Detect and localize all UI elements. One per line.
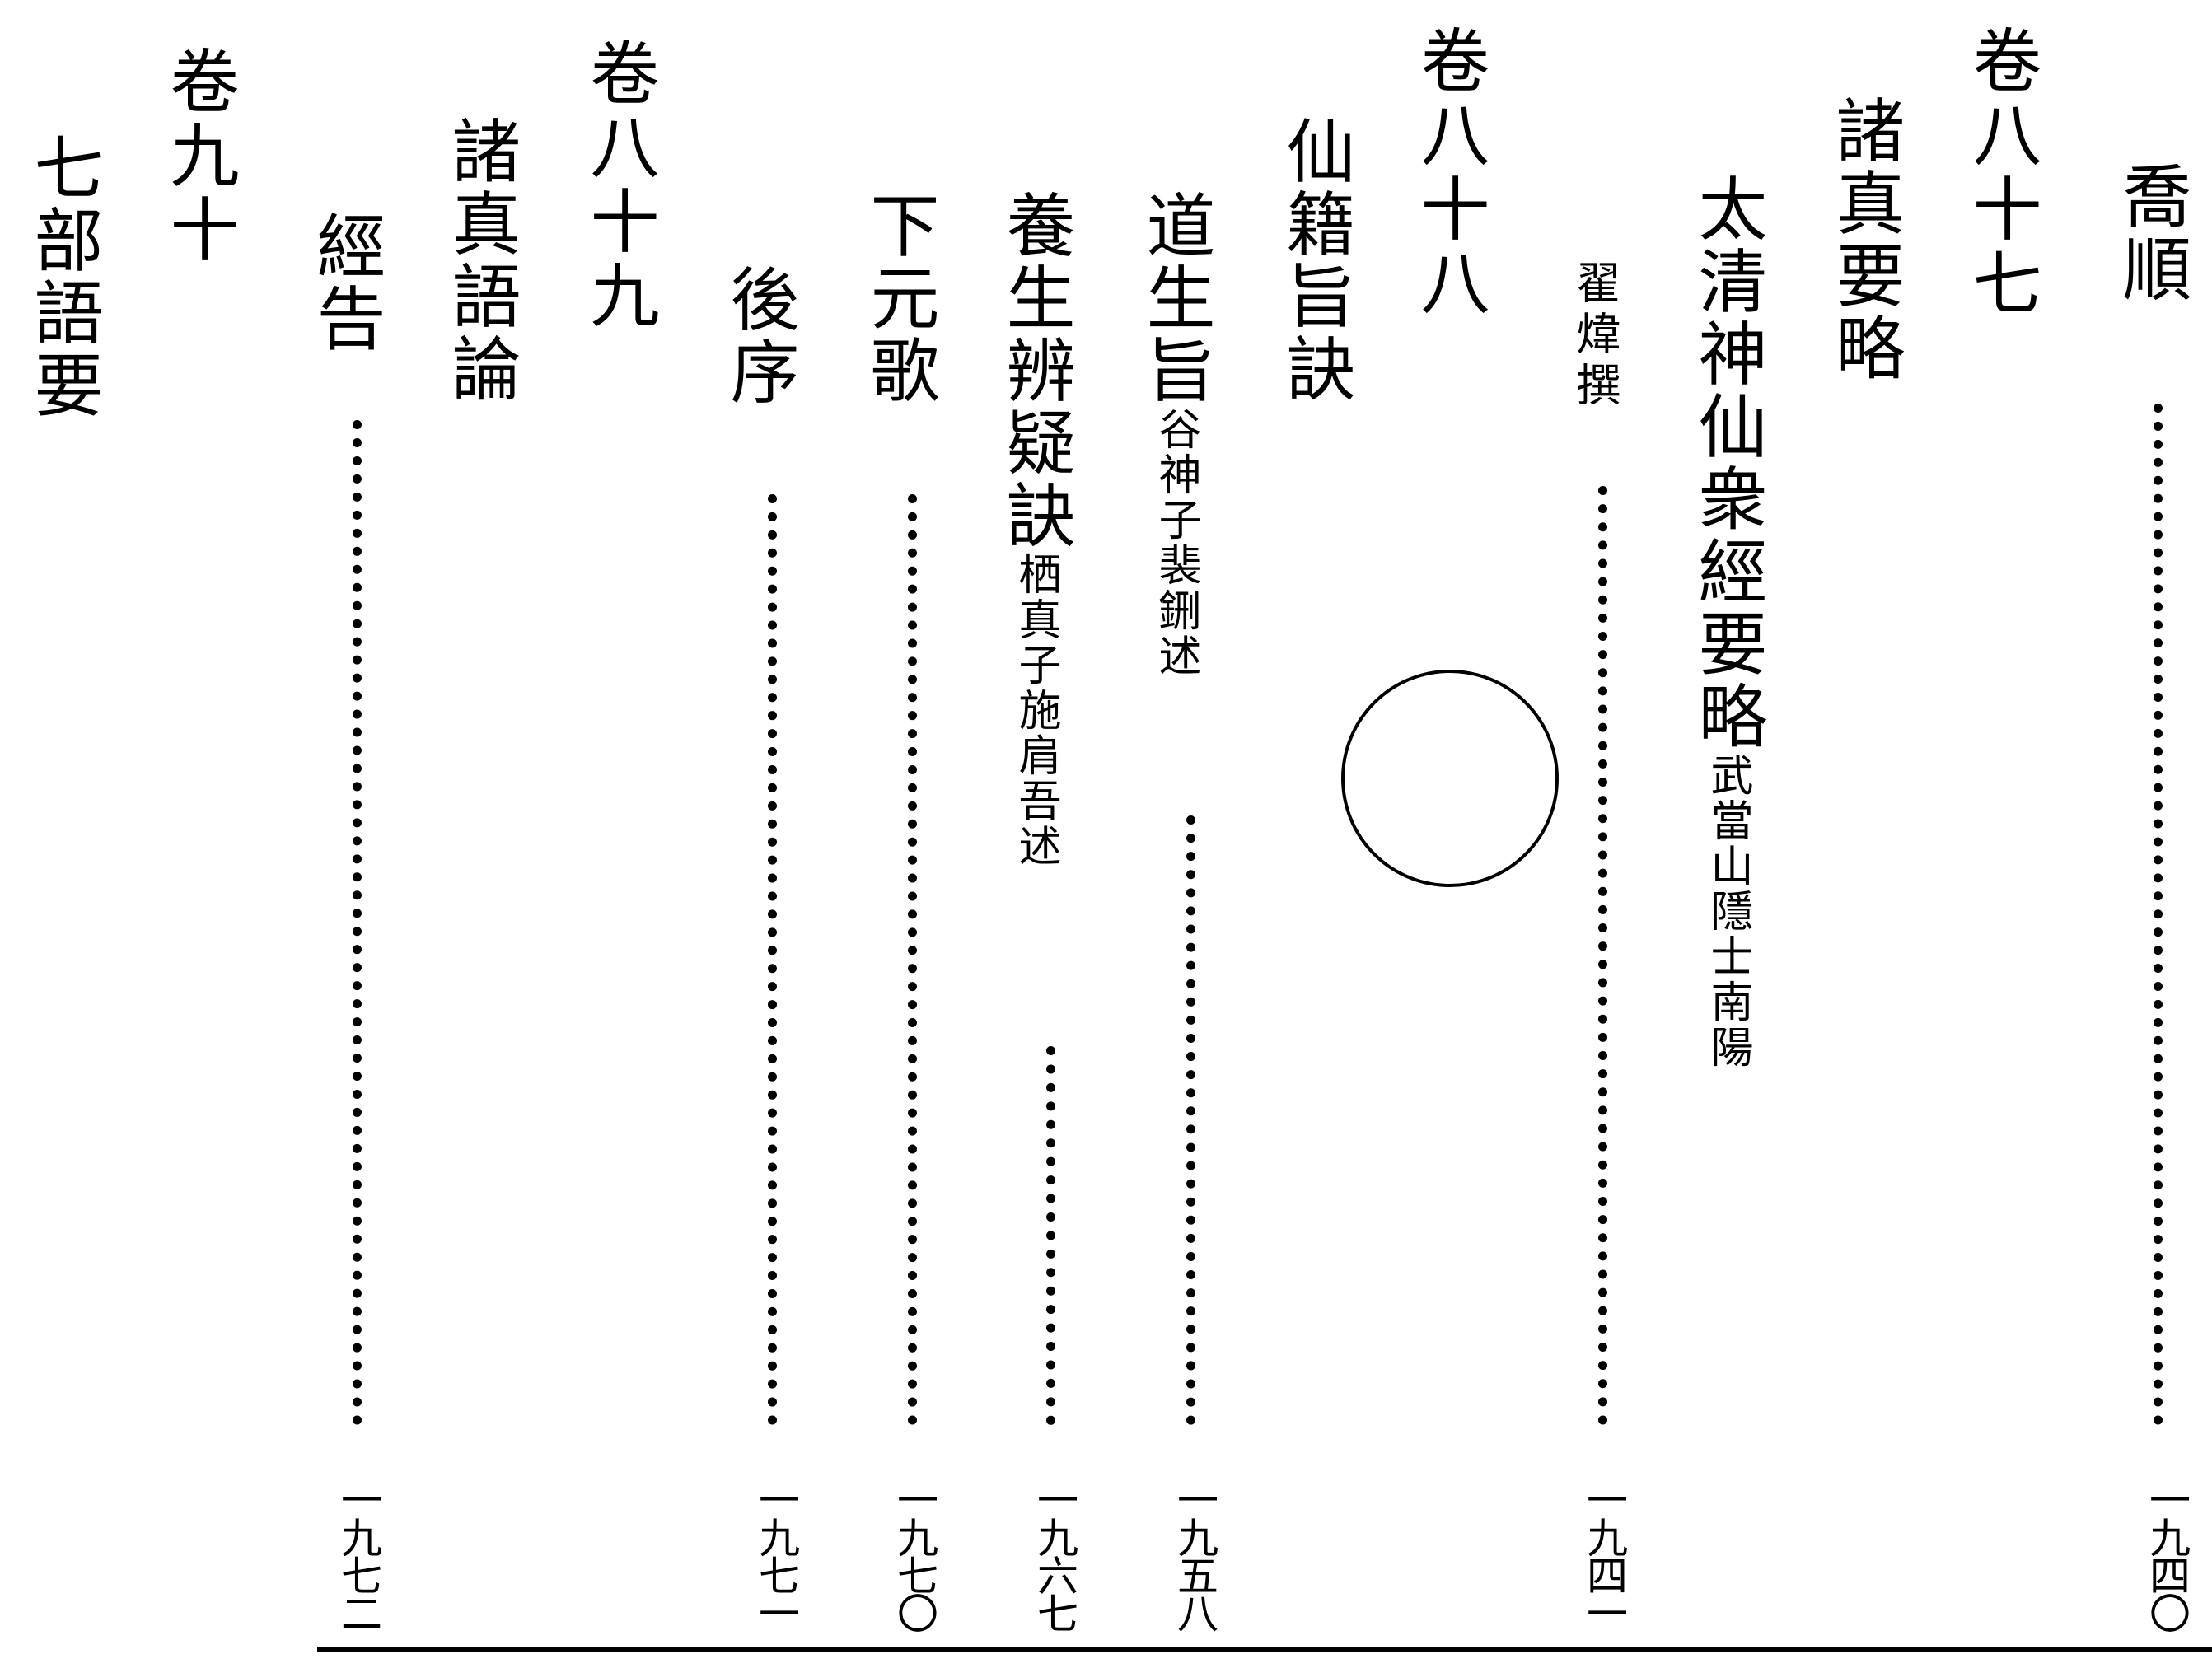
dot-leader	[768, 494, 777, 1425]
section-heading-text: 諸真要略	[1825, 95, 1906, 385]
entry-title-text: 後序	[719, 264, 800, 409]
volume-heading: 卷九十	[159, 45, 240, 268]
entry-title-text: 七部語要	[23, 132, 104, 422]
author-note: 谷神子裴鉶述	[1151, 407, 1200, 679]
page-number: 一九四一	[1580, 1479, 1628, 1630]
volume-heading: 卷八十八	[1410, 25, 1490, 321]
dot-leader	[1046, 1046, 1055, 1425]
section-heading-text: 仙籍旨訣	[1275, 115, 1356, 405]
entry-title-text: 下元歌	[859, 189, 940, 407]
dot-leader	[2154, 404, 2163, 1425]
page-number: 一九七〇	[891, 1479, 938, 1630]
page-number: 一九五八	[1171, 1479, 1218, 1630]
volume-heading-text: 卷八十九	[579, 37, 660, 334]
bottom-rule	[317, 1647, 2212, 1652]
entry-title: 養生辨疑訣栖真子施肩吾述	[995, 189, 1076, 869]
author-note: 武當山隱士南陽	[1703, 753, 1752, 1070]
dot-leader	[353, 420, 362, 1425]
entry-title-text: 道生旨	[1135, 189, 1216, 407]
entry-title: 道生旨谷神子裴鉶述	[1135, 189, 1216, 679]
entry-title: 下元歌	[859, 189, 940, 407]
entry-title-text: 喬順	[2111, 161, 2192, 306]
author-continuation-text: 翟煒撰	[1569, 259, 1620, 413]
dot-leader	[908, 494, 917, 1425]
volume-heading-text: 卷九十	[159, 45, 240, 268]
circle-mark	[1341, 670, 1559, 887]
table-of-contents-page: 喬順 一九四〇 卷八十七 諸真要略 太清神仙衆經要略武當山隱士南陽 翟煒撰 一九…	[0, 0, 2212, 1668]
entry-title: 太清神仙衆經要略武當山隱士南陽	[1687, 173, 1768, 1070]
author-note: 栖真子施肩吾述	[1011, 552, 1060, 869]
page-number: 一九七一	[752, 1479, 800, 1630]
dot-leader	[1598, 486, 1607, 1425]
entry-title: 喬順	[2111, 161, 2192, 306]
volume-heading-text: 卷八十七	[1962, 25, 2042, 321]
page-number: 一九四〇	[2143, 1479, 2191, 1630]
section-heading-text: 諸真語論	[441, 115, 521, 405]
volume-heading: 卷八十七	[1962, 25, 2042, 321]
entry-title: 經告	[306, 210, 386, 355]
page-number: 一九七二	[334, 1479, 382, 1630]
section-heading: 諸真要略	[1825, 95, 1906, 385]
volume-heading: 卷八十九	[579, 37, 660, 334]
author-continuation: 翟煒撰	[1569, 259, 1620, 413]
entry-title: 後序	[719, 264, 800, 409]
section-heading: 諸真語論	[441, 115, 521, 405]
entry-title-text: 太清神仙衆經要略	[1687, 173, 1768, 753]
volume-heading-text: 卷八十八	[1410, 25, 1490, 321]
entry-title: 七部語要	[23, 132, 104, 422]
entry-title-text: 經告	[306, 210, 386, 355]
page-number: 一九六七	[1031, 1479, 1078, 1630]
section-heading: 仙籍旨訣	[1275, 115, 1356, 405]
dot-leader	[1186, 815, 1195, 1425]
entry-title-text: 養生辨疑訣	[995, 189, 1076, 552]
